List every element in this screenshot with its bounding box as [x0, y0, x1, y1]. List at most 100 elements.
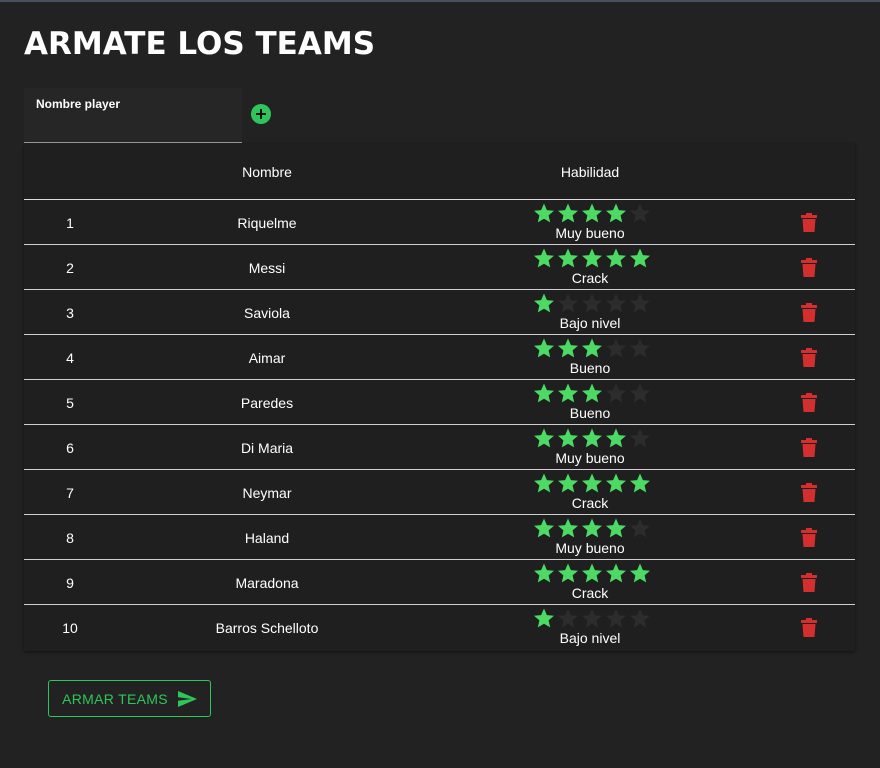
row-number: 1	[66, 215, 74, 231]
table-row: 6 Di Maria Muy bueno	[24, 425, 855, 470]
star-filled-icon[interactable]	[532, 382, 556, 404]
star-filled-icon[interactable]	[580, 202, 604, 224]
top-border	[0, 0, 880, 2]
star-filled-icon[interactable]	[628, 472, 652, 494]
star-filled-icon[interactable]	[580, 382, 604, 404]
rating-stars[interactable]	[532, 607, 652, 629]
table-row: 3 Saviola Bajo nivel	[24, 290, 855, 335]
trash-icon[interactable]	[801, 348, 817, 367]
star-filled-icon[interactable]	[532, 517, 556, 539]
player-name-input[interactable]: Nombre player	[24, 88, 242, 143]
row-number: 5	[66, 395, 74, 411]
trash-icon[interactable]	[801, 528, 817, 547]
star-filled-icon[interactable]	[604, 472, 628, 494]
star-filled-icon[interactable]	[532, 247, 556, 269]
rating-stars[interactable]	[532, 382, 652, 404]
trash-icon[interactable]	[801, 258, 817, 277]
star-filled-icon[interactable]	[580, 472, 604, 494]
rating-stars[interactable]	[532, 562, 652, 584]
star-filled-icon[interactable]	[604, 562, 628, 584]
row-number: 4	[66, 350, 74, 366]
star-filled-icon[interactable]	[604, 517, 628, 539]
table-row: 9 Maradona Crack	[24, 560, 855, 605]
player-name: Messi	[248, 260, 286, 276]
star-empty-icon[interactable]	[628, 517, 652, 539]
rating-stars[interactable]	[532, 202, 652, 224]
row-number: 9	[66, 575, 74, 591]
star-empty-icon[interactable]	[556, 607, 580, 629]
table-row: 1 Riquelme Muy bueno	[24, 200, 855, 245]
rating-stars[interactable]	[532, 427, 652, 449]
star-filled-icon[interactable]	[532, 472, 556, 494]
star-filled-icon[interactable]	[604, 247, 628, 269]
star-empty-icon[interactable]	[604, 337, 628, 359]
star-filled-icon[interactable]	[604, 202, 628, 224]
trash-icon[interactable]	[801, 303, 817, 322]
star-empty-icon[interactable]	[580, 292, 604, 314]
star-empty-icon[interactable]	[628, 607, 652, 629]
trash-icon[interactable]	[801, 393, 817, 412]
star-filled-icon[interactable]	[556, 472, 580, 494]
star-empty-icon[interactable]	[628, 202, 652, 224]
star-filled-icon[interactable]	[556, 517, 580, 539]
trash-icon[interactable]	[801, 438, 817, 457]
rating-stars[interactable]	[532, 517, 652, 539]
player-name: Paredes	[240, 395, 294, 411]
rating-stars[interactable]	[532, 247, 652, 269]
armar-teams-label: ARMAR TEAMS	[62, 690, 168, 707]
player-name: Haland	[244, 530, 290, 546]
star-empty-icon[interactable]	[628, 337, 652, 359]
trash-icon[interactable]	[801, 213, 817, 232]
row-number: 6	[66, 440, 74, 456]
star-filled-icon[interactable]	[532, 337, 556, 359]
star-empty-icon[interactable]	[628, 382, 652, 404]
star-filled-icon[interactable]	[532, 292, 556, 314]
star-filled-icon[interactable]	[580, 517, 604, 539]
star-filled-icon[interactable]	[556, 247, 580, 269]
armar-teams-button[interactable]: ARMAR TEAMS	[48, 680, 211, 717]
star-empty-icon[interactable]	[604, 607, 628, 629]
table-row: 5 Paredes Bueno	[24, 380, 855, 425]
star-filled-icon[interactable]	[532, 427, 556, 449]
skill-label: Muy bueno	[555, 225, 625, 241]
players-table: Nombre Habilidad 1 Riquelme Muy bueno 2 Mess…	[24, 144, 855, 651]
star-filled-icon[interactable]	[556, 427, 580, 449]
trash-icon[interactable]	[801, 573, 817, 592]
page-title: ARMATE LOS TEAMS	[24, 26, 376, 62]
star-filled-icon[interactable]	[556, 202, 580, 224]
skill-label: Crack	[571, 495, 609, 511]
star-filled-icon[interactable]	[556, 382, 580, 404]
star-filled-icon[interactable]	[556, 562, 580, 584]
star-empty-icon[interactable]	[604, 292, 628, 314]
star-filled-icon[interactable]	[580, 337, 604, 359]
star-empty-icon[interactable]	[556, 292, 580, 314]
row-number: 7	[66, 485, 74, 501]
table-header: Nombre Habilidad	[24, 144, 855, 200]
star-empty-icon[interactable]	[604, 382, 628, 404]
star-empty-icon[interactable]	[580, 607, 604, 629]
star-filled-icon[interactable]	[556, 337, 580, 359]
skill-label: Bajo nivel	[559, 315, 621, 331]
star-filled-icon[interactable]	[628, 247, 652, 269]
star-empty-icon[interactable]	[628, 292, 652, 314]
rating-stars[interactable]	[532, 337, 652, 359]
star-filled-icon[interactable]	[580, 427, 604, 449]
trash-icon[interactable]	[801, 483, 817, 502]
star-empty-icon[interactable]	[628, 427, 652, 449]
rating-stars[interactable]	[532, 292, 652, 314]
player-name: Aimar	[248, 350, 286, 366]
star-filled-icon[interactable]	[580, 562, 604, 584]
player-name: Riquelme	[237, 215, 297, 231]
send-icon	[177, 690, 197, 707]
add-player-button[interactable]	[251, 104, 271, 124]
skill-label: Bueno	[569, 405, 611, 421]
star-filled-icon[interactable]	[628, 562, 652, 584]
star-filled-icon[interactable]	[532, 562, 556, 584]
star-filled-icon[interactable]	[580, 247, 604, 269]
rating-stars[interactable]	[532, 472, 652, 494]
star-filled-icon[interactable]	[532, 607, 556, 629]
trash-icon[interactable]	[801, 618, 817, 637]
star-filled-icon[interactable]	[532, 202, 556, 224]
star-filled-icon[interactable]	[604, 427, 628, 449]
skill-label: Crack	[571, 585, 609, 601]
